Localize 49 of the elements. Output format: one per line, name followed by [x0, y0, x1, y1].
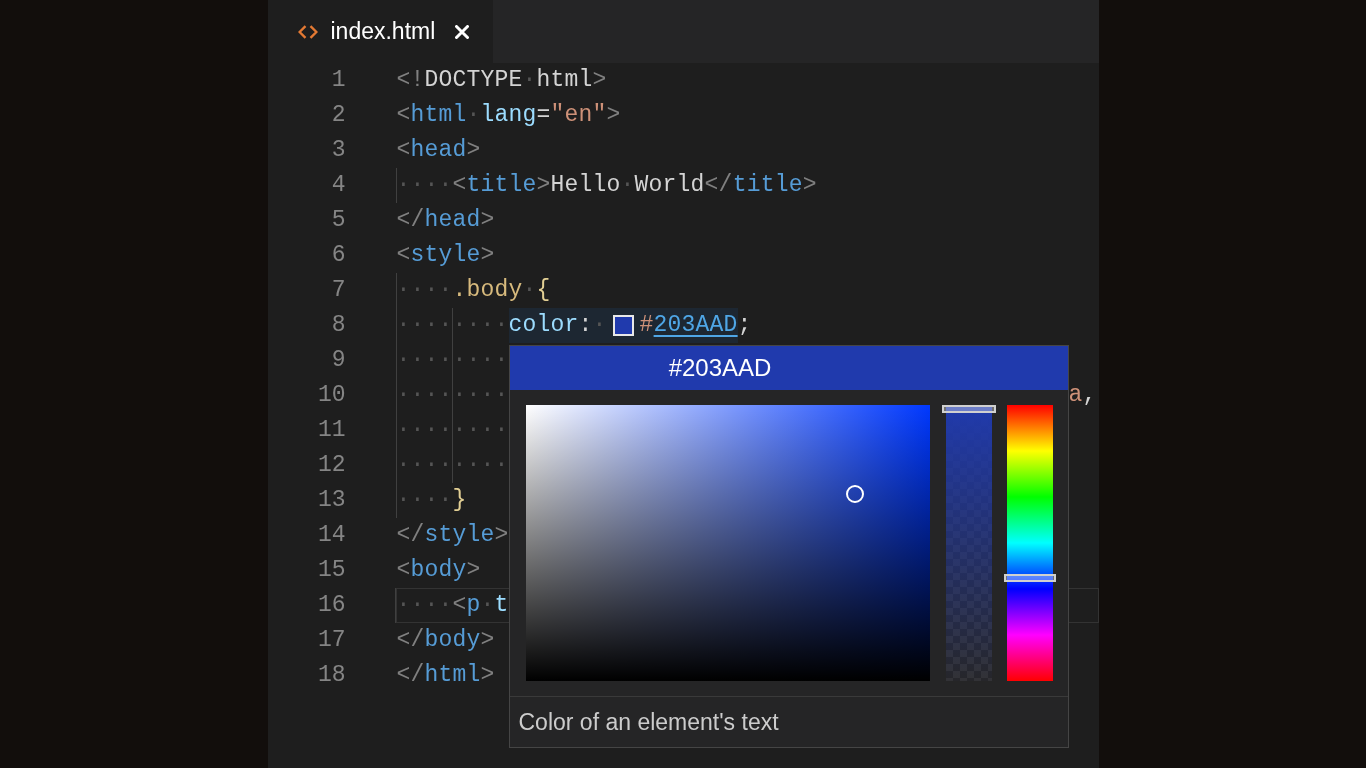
code-line: <head>: [396, 136, 481, 165]
line-number: 15: [317, 556, 346, 585]
code-line: </head>: [396, 206, 495, 235]
code-line: </style>: [396, 521, 509, 550]
hue-slider-thumb[interactable]: [1003, 573, 1056, 582]
line-number: 7: [331, 276, 346, 305]
code-line: ········: [396, 381, 509, 410]
line-number: 14: [317, 521, 346, 550]
saturation-handle[interactable]: [845, 484, 864, 503]
file-tab[interactable]: index.html: [267, 0, 493, 63]
line-number: 1: [331, 66, 346, 95]
code-line: <!DOCTYPE·html>: [396, 66, 607, 95]
line-number: 2: [331, 101, 346, 130]
line-number: 4: [331, 171, 346, 200]
code-line: ········color:·: [396, 308, 607, 343]
code-line: ········: [396, 451, 509, 480]
original-color-button[interactable]: [930, 346, 1068, 390]
code-line: ····}: [396, 486, 467, 515]
line-number: 8: [331, 311, 346, 340]
saturation-field[interactable]: [525, 405, 930, 681]
line-number: 13: [317, 486, 346, 515]
code-line: </body>: [396, 626, 495, 655]
code-line: ····.body·{: [396, 276, 551, 305]
code-line: <html·lang="en">: [396, 101, 621, 130]
code-line: ····<p·t: [396, 591, 509, 620]
code-line: </html>: [396, 661, 495, 690]
hue-slider[interactable]: [1003, 405, 1056, 681]
line-number: 17: [317, 626, 346, 655]
color-description: Color of an element's text: [518, 708, 779, 736]
opacity-slider-thumb[interactable]: [941, 405, 996, 413]
code-brackets-icon: [297, 24, 318, 39]
color-format-button[interactable]: #203AAD: [509, 346, 931, 390]
line-number: 12: [317, 451, 346, 480]
line-number: 5: [331, 206, 346, 235]
line-number: 9: [331, 346, 346, 375]
code-line: <style>: [396, 241, 495, 270]
line-number: 10: [317, 381, 346, 410]
code-line: ····<title>Hello·World</title>: [396, 171, 817, 200]
line-number: 16: [317, 591, 346, 620]
close-icon[interactable]: [455, 24, 470, 39]
code-line: ········: [396, 416, 509, 445]
line-number: 18: [317, 661, 346, 690]
code-line-fragment: a,: [1068, 381, 1097, 410]
line-number: 3: [331, 136, 346, 165]
opacity-slider[interactable]: [941, 405, 996, 681]
line-number: 11: [317, 416, 346, 445]
line-number: 6: [331, 241, 346, 270]
code-line: ········: [396, 346, 509, 375]
code-line: <body>: [396, 556, 481, 585]
